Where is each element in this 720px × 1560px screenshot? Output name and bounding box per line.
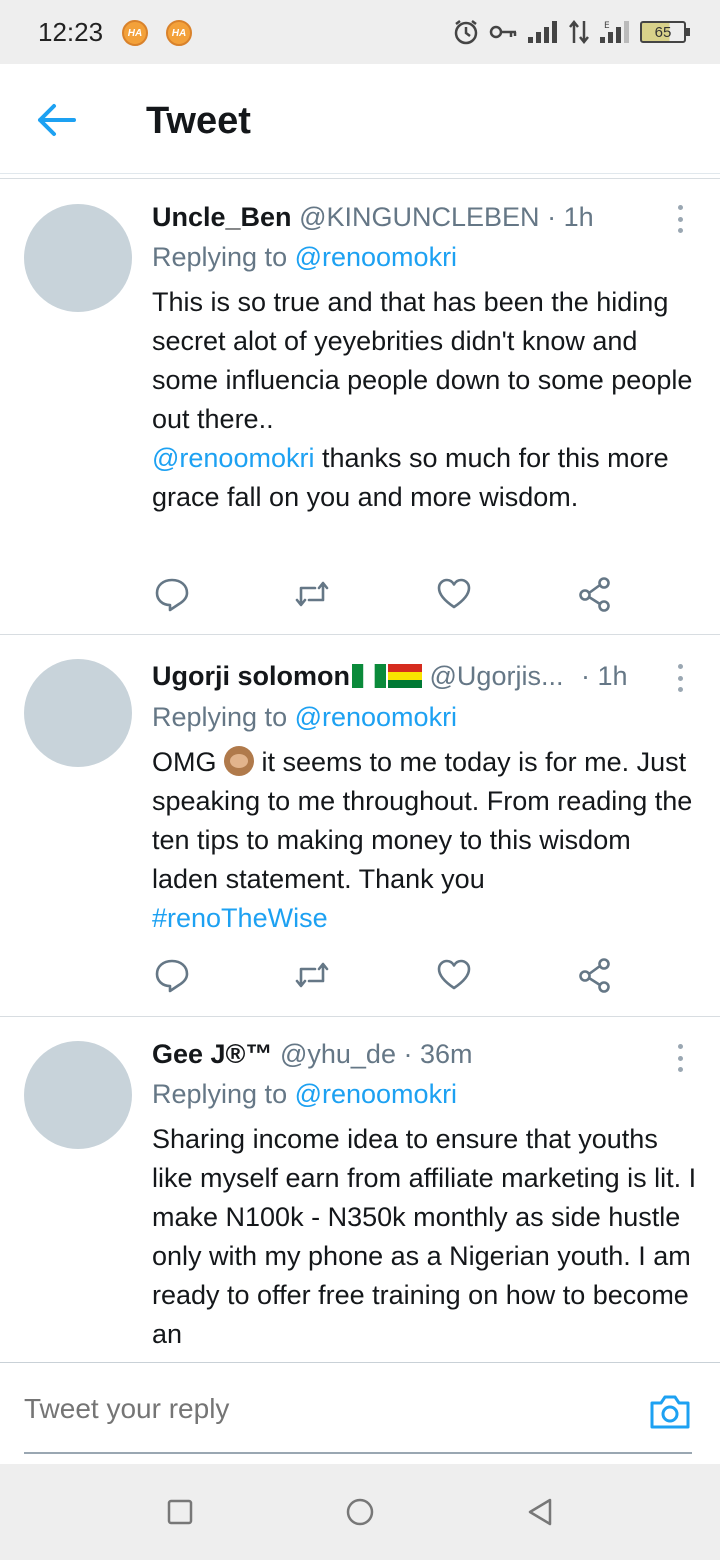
system-nav-bar bbox=[0, 1464, 720, 1560]
replying-to-label: Replying to bbox=[152, 702, 295, 732]
reply-button[interactable] bbox=[152, 955, 192, 995]
home-button[interactable] bbox=[342, 1494, 378, 1530]
user-handle[interactable]: @Ugorjis... bbox=[430, 661, 564, 691]
avatar[interactable] bbox=[24, 204, 132, 312]
arrow-left-icon bbox=[38, 104, 76, 136]
heart-icon bbox=[437, 959, 471, 990]
retweet-icon bbox=[295, 962, 329, 988]
replying-to-mention[interactable]: @renoomokri bbox=[295, 1079, 457, 1109]
separator-dot: · bbox=[580, 661, 590, 691]
hashtag-link[interactable]: #renoTheWise bbox=[152, 903, 328, 933]
more-options-icon[interactable] bbox=[670, 1041, 690, 1075]
tweet-reply[interactable]: Ugorji solomon @Ugorjis... · 1h Replying… bbox=[0, 635, 720, 1017]
bolivia-flag-icon bbox=[388, 664, 422, 688]
svg-text:E: E bbox=[604, 21, 610, 31]
share-icon bbox=[579, 958, 610, 993]
replying-to: Replying to @renoomokri bbox=[152, 242, 457, 273]
tweet-header: Ugorji solomon @Ugorjis... · 1h bbox=[152, 661, 660, 692]
data-transfer-icon bbox=[569, 19, 589, 45]
like-button[interactable] bbox=[434, 955, 474, 995]
tweet-actions bbox=[152, 955, 622, 995]
more-options-icon[interactable] bbox=[670, 661, 690, 695]
share-icon bbox=[579, 577, 610, 612]
display-name[interactable]: Ugorji solomon bbox=[152, 661, 350, 691]
signal-icon bbox=[528, 21, 557, 43]
status-bar: 12:23 HA HA E 65 bbox=[0, 0, 720, 64]
see-no-evil-monkey-icon bbox=[224, 746, 254, 776]
replying-to: Replying to @renoomokri bbox=[152, 702, 457, 733]
user-handle[interactable]: @KINGUNCLEBEN bbox=[299, 202, 539, 232]
reply-composer bbox=[0, 1362, 720, 1464]
ha-notification-icon: HA bbox=[166, 20, 192, 46]
back-button[interactable] bbox=[34, 102, 78, 138]
status-icons: E 65 bbox=[452, 14, 690, 50]
reply-icon bbox=[155, 959, 189, 993]
battery-level: 65 bbox=[654, 23, 672, 41]
input-underline bbox=[24, 1452, 692, 1454]
tweet-time: 36m bbox=[420, 1039, 473, 1069]
replying-to-mention[interactable]: @renoomokri bbox=[295, 702, 457, 732]
signal-e-icon: E bbox=[600, 21, 629, 43]
tweet-reply[interactable]: Gee J®™ @yhu_de · 36m Replying to @renoo… bbox=[0, 1017, 720, 1362]
tweet-text: This is so true and that has been the hi… bbox=[152, 283, 697, 517]
replying-to-mention[interactable]: @renoomokri bbox=[295, 242, 457, 272]
recent-apps-button[interactable] bbox=[162, 1494, 198, 1530]
retweet-button[interactable] bbox=[292, 955, 332, 995]
app-header: Tweet bbox=[0, 64, 720, 174]
separator-dot: · bbox=[403, 1039, 413, 1069]
display-name[interactable]: Gee J®™ bbox=[152, 1039, 272, 1069]
more-options-icon[interactable] bbox=[670, 202, 690, 236]
display-name[interactable]: Uncle_Ben bbox=[152, 202, 292, 232]
tweet-text-part: OMG bbox=[152, 747, 224, 777]
square-icon bbox=[167, 1499, 193, 1525]
reply-icon bbox=[155, 578, 189, 612]
replying-to-label: Replying to bbox=[152, 242, 295, 272]
back-nav-button[interactable] bbox=[522, 1494, 558, 1530]
nigeria-flag-icon bbox=[352, 664, 386, 688]
camera-icon bbox=[650, 1395, 690, 1429]
triangle-back-icon bbox=[528, 1498, 552, 1526]
tweet-reply[interactable]: Uncle_Ben @KINGUNCLEBEN · 1h Replying to… bbox=[0, 180, 720, 635]
reply-button[interactable] bbox=[152, 574, 192, 614]
tweet-header: Gee J®™ @yhu_de · 36m bbox=[152, 1039, 690, 1070]
tweet-time: 1h bbox=[563, 202, 594, 232]
vpn-key-icon bbox=[489, 25, 517, 39]
retweet-button[interactable] bbox=[292, 574, 332, 614]
avatar[interactable] bbox=[24, 659, 132, 767]
page-title: Tweet bbox=[146, 100, 251, 142]
tweet-text: Sharing income idea to ensure that youth… bbox=[152, 1124, 697, 1349]
retweet-icon bbox=[295, 581, 329, 607]
divider bbox=[0, 178, 720, 179]
share-button[interactable] bbox=[575, 574, 615, 614]
share-button[interactable] bbox=[575, 955, 615, 995]
tweet-actions bbox=[152, 574, 622, 614]
user-handle[interactable]: @yhu_de bbox=[280, 1039, 396, 1069]
like-button[interactable] bbox=[434, 574, 474, 614]
heart-icon bbox=[437, 578, 471, 609]
avatar[interactable] bbox=[24, 1041, 132, 1149]
status-time: 12:23 bbox=[38, 17, 104, 47]
separator-dot: · bbox=[547, 202, 557, 232]
replying-to-label: Replying to bbox=[152, 1079, 295, 1109]
battery-icon: 65 bbox=[640, 21, 690, 43]
reply-input[interactable] bbox=[24, 1393, 584, 1425]
replying-to: Replying to @renoomokri bbox=[152, 1079, 457, 1110]
alarm-icon bbox=[454, 20, 478, 45]
tweet-text-part: This is so true and that has been the hi… bbox=[152, 287, 693, 434]
ha-notification-icon: HA bbox=[122, 20, 148, 46]
tweet-text: OMG it seems to me today is for me. Just… bbox=[152, 743, 697, 938]
camera-button[interactable] bbox=[648, 1391, 692, 1431]
mention-link[interactable]: @renoomokri bbox=[152, 443, 314, 473]
tweet-header: Uncle_Ben @KINGUNCLEBEN · 1h bbox=[152, 202, 690, 233]
tweet-time: 1h bbox=[597, 661, 628, 691]
circle-icon bbox=[346, 1498, 374, 1526]
